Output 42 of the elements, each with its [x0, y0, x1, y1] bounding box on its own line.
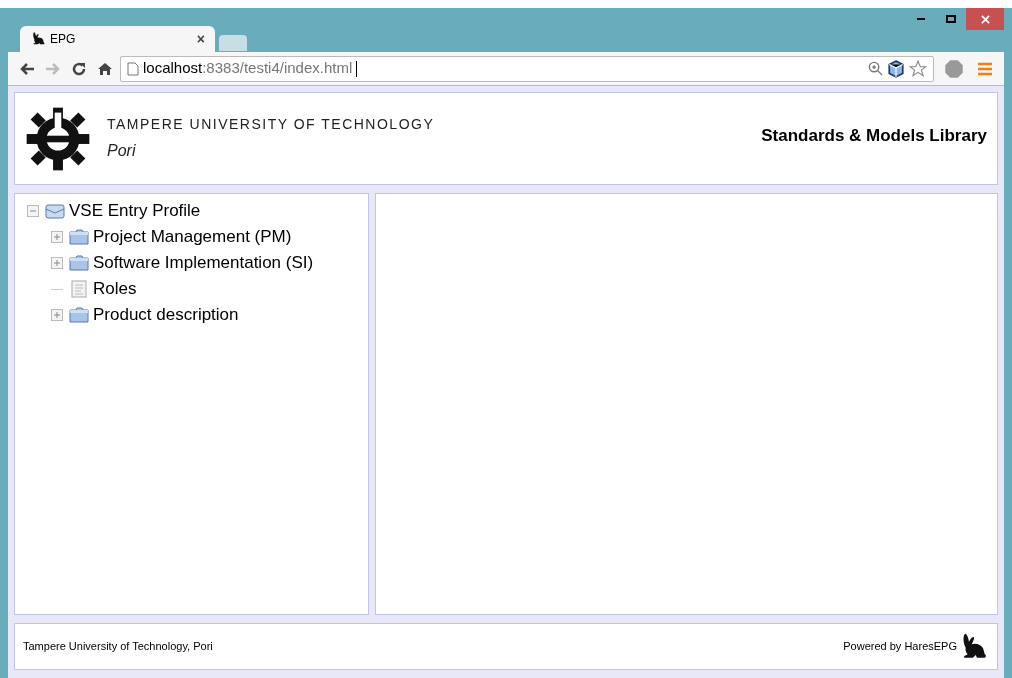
folder-icon — [69, 255, 89, 271]
browser-tab[interactable]: EPG × — [20, 26, 215, 52]
footer-text: Tampere University of Technology, Pori — [23, 639, 213, 655]
powered-by-text: Powered by HaresEPG — [843, 639, 957, 655]
forward-icon[interactable] — [45, 60, 61, 77]
plus-icon — [53, 233, 61, 241]
plus-icon — [53, 311, 61, 319]
cube-icon[interactable] — [887, 59, 905, 78]
close-button[interactable] — [966, 8, 1004, 30]
folder-icon — [69, 229, 89, 245]
close-icon — [980, 14, 990, 24]
plus-icon — [53, 259, 61, 267]
tree-item[interactable]: Software Implementation (SI) — [93, 250, 314, 276]
package-icon — [45, 203, 65, 219]
expand-toggle[interactable] — [27, 205, 39, 217]
tree-item[interactable]: Project Management (PM) — [93, 224, 292, 250]
back-icon[interactable] — [19, 60, 35, 77]
site-title: Standards & Models Library — [761, 125, 987, 147]
reload-icon[interactable] — [71, 60, 87, 77]
minus-icon — [29, 207, 37, 215]
tree-item[interactable]: Product description — [93, 302, 239, 328]
gear-logo — [25, 105, 91, 172]
url-text: localhost:8383/testi4/index.html — [143, 58, 353, 79]
address-bar[interactable]: localhost:8383/testi4/index.html — [120, 55, 934, 82]
rabbit-icon — [30, 31, 46, 47]
tab-title: EPG — [50, 31, 77, 48]
document-icon — [71, 280, 87, 298]
zoom-icon[interactable] — [868, 61, 883, 76]
tree-item[interactable]: VSE Entry Profile — [69, 198, 201, 224]
folder-icon — [69, 307, 89, 323]
expand-toggle[interactable] — [51, 231, 63, 243]
star-icon[interactable] — [909, 59, 927, 78]
tree-item[interactable]: Roles — [93, 276, 137, 302]
menu-icon[interactable] — [978, 61, 992, 76]
campus-name: Pori — [107, 141, 137, 161]
expand-toggle[interactable] — [51, 257, 63, 269]
page-icon — [127, 61, 139, 76]
institution-name: TAMPERE UNIVERSITY OF TECHNOLOGY — [107, 115, 435, 134]
stop-sign-icon[interactable] — [944, 58, 964, 79]
home-icon[interactable] — [97, 60, 113, 77]
tab-close-button[interactable]: × — [196, 28, 205, 50]
expand-toggle[interactable] — [51, 309, 63, 321]
